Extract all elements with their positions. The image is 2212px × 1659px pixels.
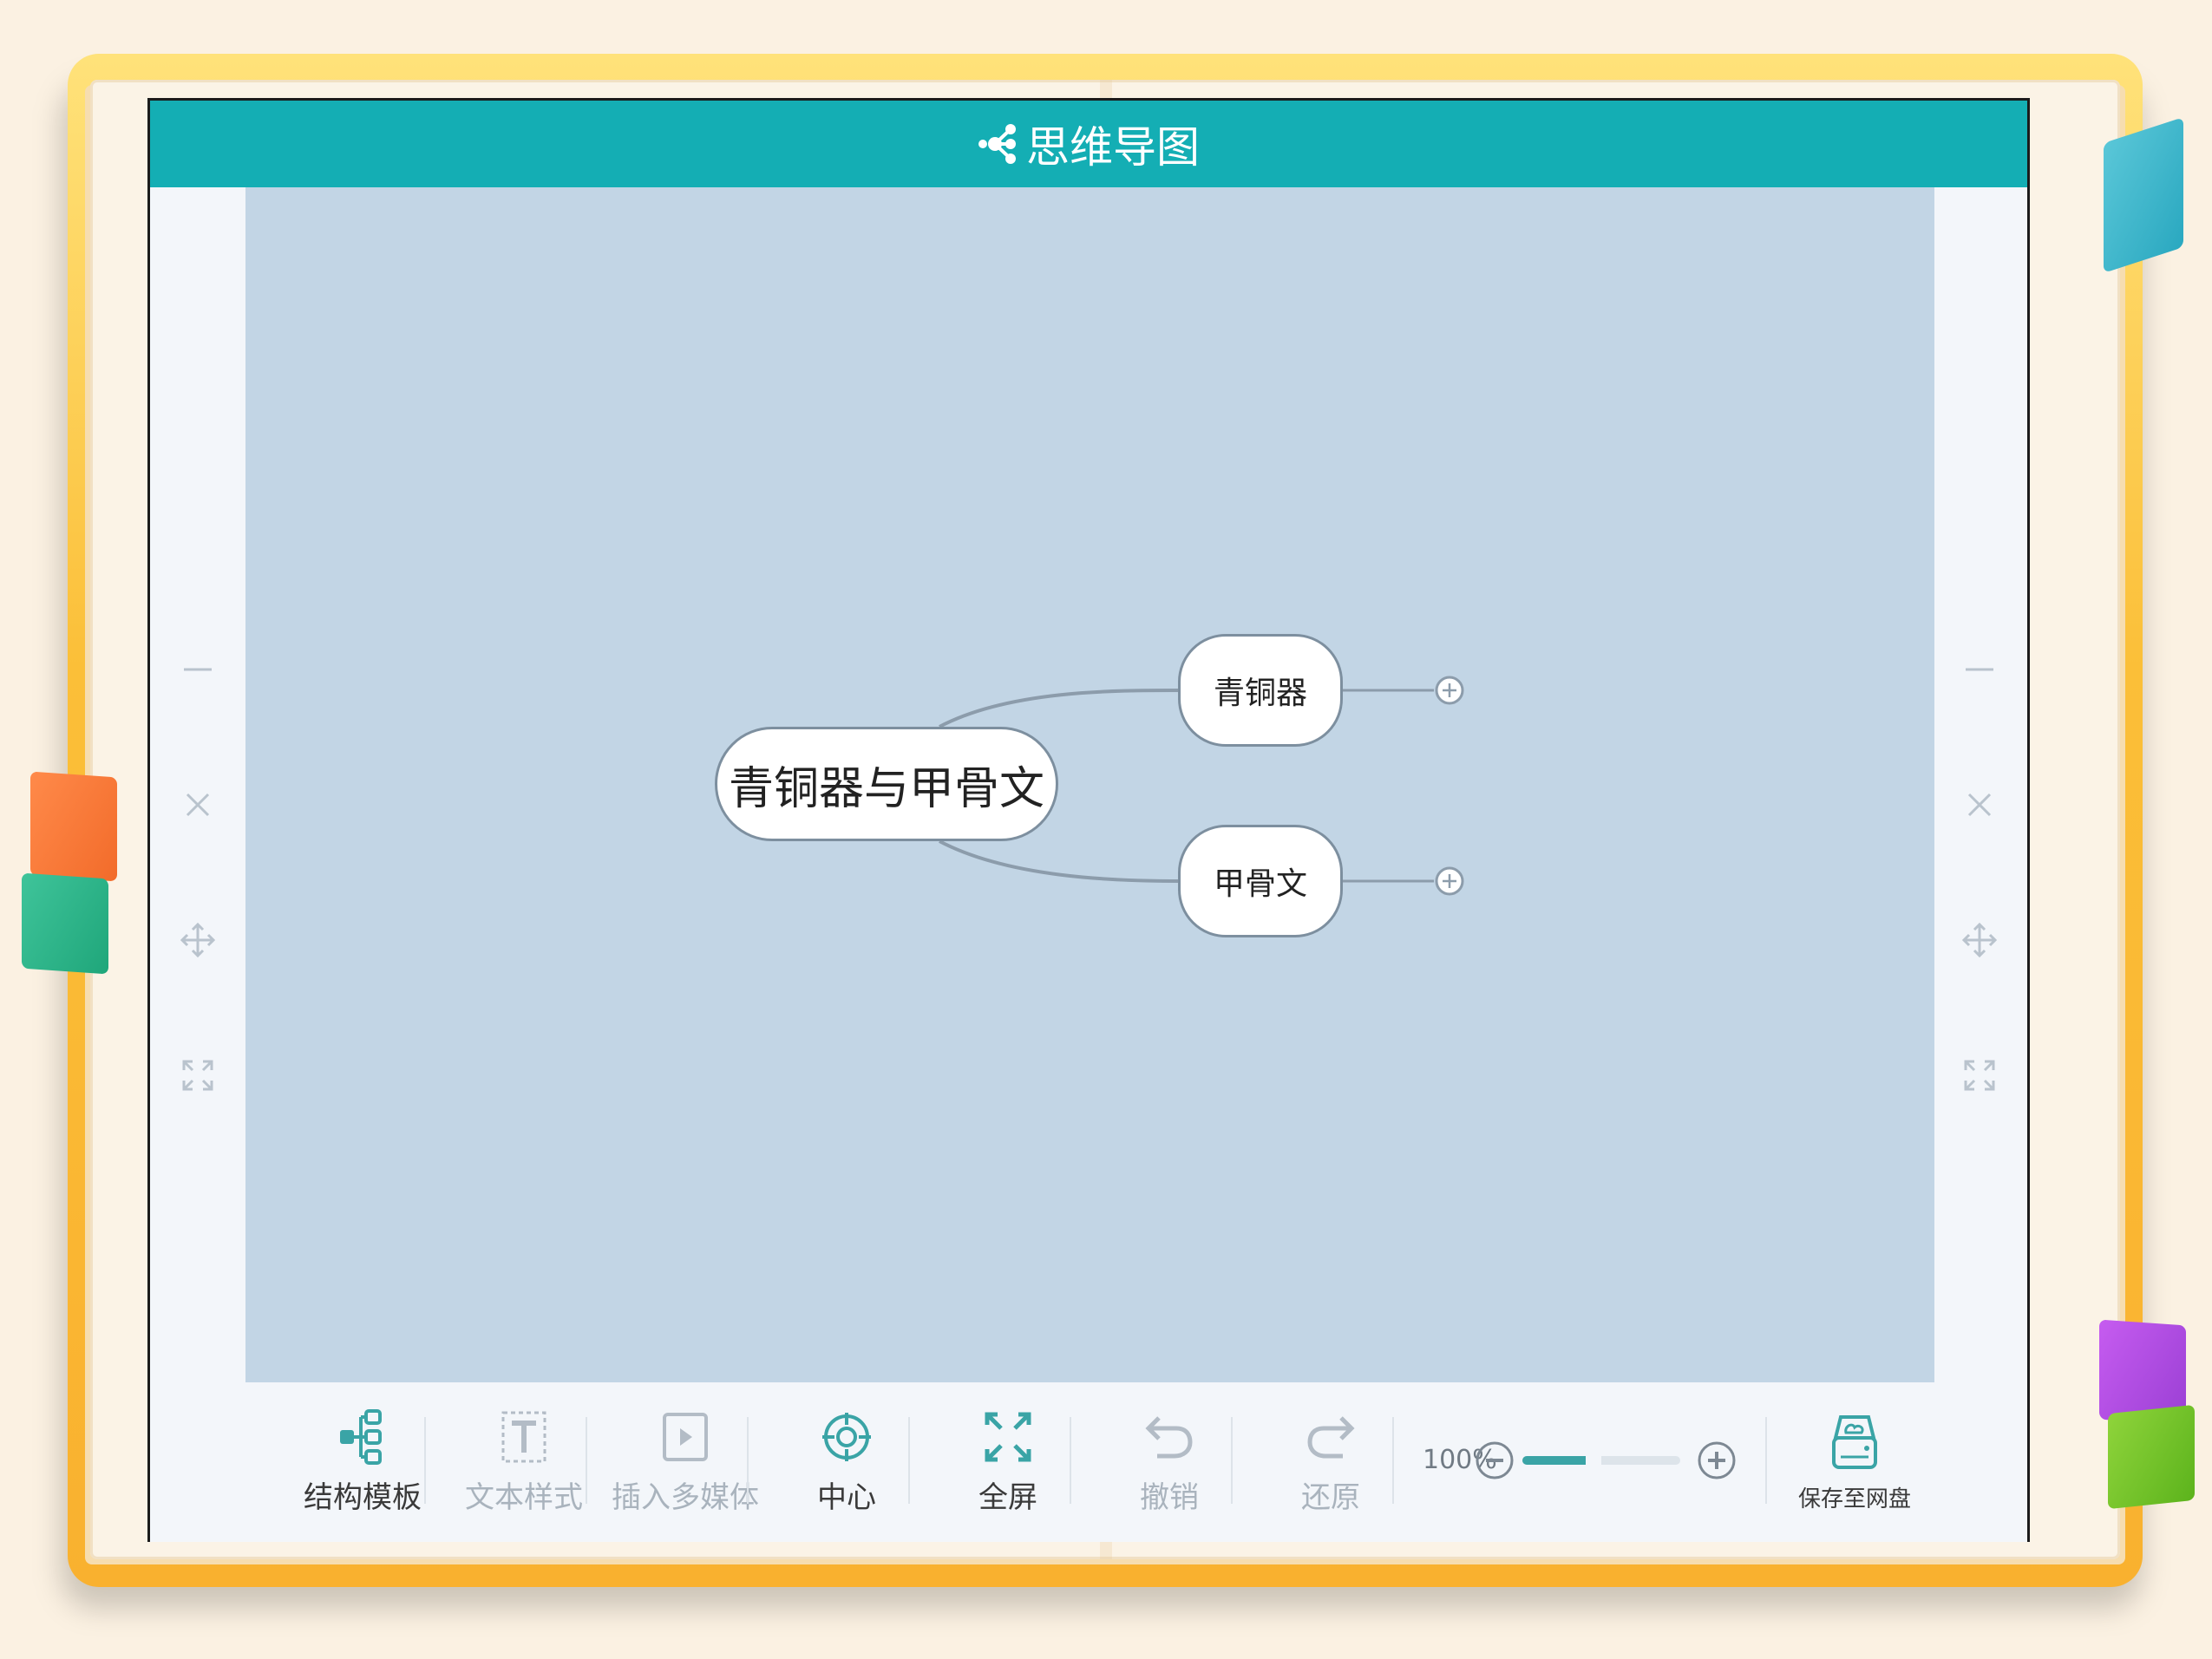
minimize-button-right[interactable] [1953,643,2006,696]
zoom-out-icon[interactable] [1474,1440,1515,1481]
zoom-slider-handle[interactable] [1585,1450,1601,1471]
move-icon [180,922,216,958]
close-button-right[interactable] [1953,779,2006,831]
undo-icon [1145,1415,1193,1458]
toolbar-divider [1392,1417,1394,1504]
expand-icon [182,1060,213,1091]
app-title: 思维导图 [1026,122,1200,173]
bookmark-tab-lime [2108,1404,2195,1510]
mindmap-logo-icon [978,124,1016,164]
fullscreen-side-button-right[interactable] [1953,1049,2006,1101]
toolbar-divider [1231,1417,1233,1504]
center-button[interactable]: 中心 [773,1382,920,1542]
structure-tree-icon [340,1408,382,1465]
mindmap-window: 思维导图 青铜器与甲骨文 青铜器 甲骨文 结构模板 文本样式 插入多媒体 中心 … [147,98,2030,1542]
redo-button[interactable]: 还原 [1257,1382,1404,1542]
save-to-cloud-label: 保存至网盘 [1797,1486,1911,1512]
fullscreen-side-button[interactable] [172,1049,224,1101]
insert-media-button[interactable]: 插入多媒体 [612,1382,759,1542]
center-label: 中心 [817,1479,876,1515]
redo-icon [1307,1415,1355,1458]
bookmark-tab-orange [30,771,117,882]
root-node[interactable]: 青铜器与甲骨文 [715,727,1058,841]
undo-label: 撤销 [1140,1479,1199,1515]
crosshair-icon [822,1412,871,1461]
expand-icon [1964,1060,1995,1091]
zoom-slider[interactable] [1522,1450,1680,1471]
text-style-icon [501,1411,546,1462]
structure-template-button[interactable]: 结构模板 [289,1382,436,1542]
fullscreen-label: 全屏 [978,1479,1037,1515]
expand-node-plus-icon[interactable] [1434,675,1465,706]
zoom-slider-fill [1522,1456,1594,1465]
bottom-toolbar: 结构模板 文本样式 插入多媒体 中心 全屏 撤销 还原 100% 保存至网盘 [245,1382,1934,1542]
minus-icon [1966,668,1993,671]
media-play-icon [663,1412,708,1461]
bookmark-tab-green [22,872,108,975]
toolbar-divider [1070,1417,1071,1504]
structure-template-label: 结构模板 [304,1479,422,1515]
child-node-bronze[interactable]: 青铜器 [1178,634,1343,747]
title-bar: 思维导图 [150,101,2027,187]
toolbar-divider [908,1417,910,1504]
move-button-right[interactable] [1953,914,2006,966]
minimize-button[interactable] [172,643,224,696]
connector-lines [939,689,1434,883]
move-icon [1961,922,1998,958]
expand-node-plus-icon[interactable] [1434,865,1465,897]
child-node-label: 青铜器 [1213,676,1307,711]
cloud-drive-icon [1832,1414,1877,1469]
undo-button[interactable]: 撤销 [1096,1382,1243,1542]
toolbar-divider [586,1417,587,1504]
insert-media-label: 插入多媒体 [612,1479,759,1515]
move-button[interactable] [172,914,224,966]
root-node-label: 青铜器与甲骨文 [728,762,1044,815]
close-icon [186,793,210,817]
fullscreen-button[interactable]: 全屏 [934,1382,1082,1542]
bookmark-tab-blue [2104,117,2183,273]
toolbar-divider [747,1417,749,1504]
mindmap-canvas[interactable]: 青铜器与甲骨文 青铜器 甲骨文 [245,187,1934,1382]
redo-label: 还原 [1301,1479,1360,1515]
toolbar-divider [1765,1417,1767,1504]
child-node-oracle[interactable]: 甲骨文 [1178,825,1343,937]
text-style-label: 文本样式 [465,1479,583,1515]
close-icon [1967,793,1992,817]
zoom-in-icon[interactable] [1696,1440,1738,1481]
child-node-label: 甲骨文 [1213,866,1307,902]
left-side-panel [150,187,245,1542]
fullscreen-icon [985,1412,1031,1461]
close-button[interactable] [172,779,224,831]
save-to-cloud-button[interactable]: 保存至网盘 [1781,1382,1928,1542]
text-style-button[interactable]: 文本样式 [450,1382,598,1542]
minus-icon [184,668,212,671]
toolbar-divider [424,1417,426,1504]
right-side-panel [1932,187,2027,1542]
